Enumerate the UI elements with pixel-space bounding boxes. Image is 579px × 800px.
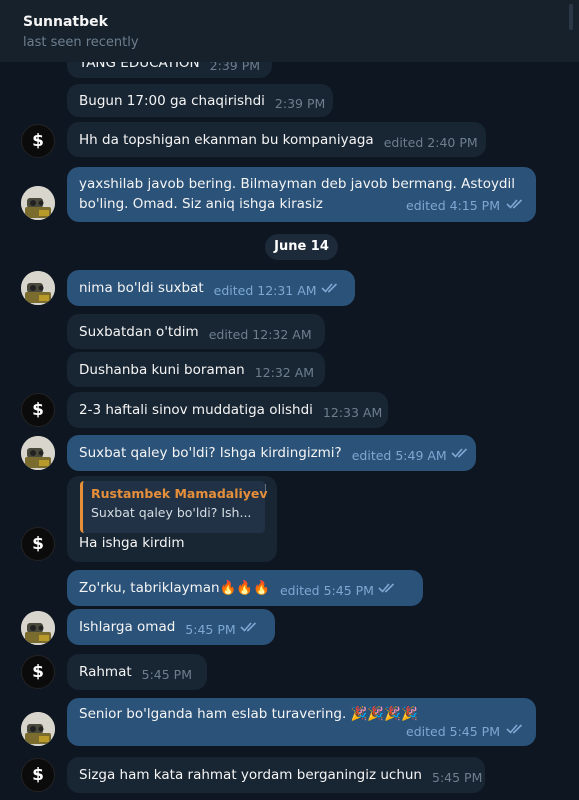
- message-bubble[interactable]: Sizga ham kata rahmat yordam berganingiz…: [67, 757, 485, 793]
- message-time: edited 2:40 PM: [383, 135, 478, 150]
- message-time: 12:32 AM: [254, 365, 315, 380]
- double-check-icon: [506, 195, 524, 215]
- message-bubble[interactable]: Ishlarga omad 5:45 PM: [67, 609, 275, 645]
- message-time: edited 5:45 PM: [406, 724, 500, 739]
- contact-avatar[interactable]: $: [21, 655, 55, 689]
- message-text: YANG EDUCATION: [79, 62, 200, 71]
- dollar-logo-icon: $: [32, 131, 44, 151]
- message-bubble[interactable]: Zo'rku, tabriklayman🔥🔥🔥 edited 5:45 PM: [67, 570, 423, 606]
- my-avatar[interactable]: [21, 611, 55, 645]
- contact-avatar[interactable]: $: [21, 758, 55, 792]
- my-avatar[interactable]: [21, 436, 55, 470]
- contact-avatar[interactable]: $: [21, 393, 55, 427]
- message-text: nima bo'ldi suxbat: [79, 280, 204, 296]
- my-avatar[interactable]: [21, 712, 55, 746]
- message-bubble[interactable]: Bugun 17:00 ga chaqirishdi 2:39 PM: [67, 84, 333, 117]
- message-bubble[interactable]: Rahmat 5:45 PM: [67, 654, 207, 690]
- contact-status: last seen recently: [23, 35, 139, 50]
- contact-avatar[interactable]: $: [21, 527, 55, 561]
- message-text-line-1: yaxshilab javob bering. Bilmayman deb ja…: [79, 176, 516, 192]
- message-time: 5:45 PM: [185, 622, 236, 637]
- double-check-icon: [321, 279, 339, 299]
- robot-avatar-icon: [21, 712, 55, 746]
- robot-avatar-icon: [21, 436, 55, 470]
- message-text: Suxbatdan o'tdim: [79, 324, 199, 340]
- contact-avatar[interactable]: $: [21, 124, 55, 158]
- message-text: Hh da topshigan ekanman bu kompaniyaga: [79, 132, 374, 148]
- message-bubble[interactable]: Dushanba kuni boraman 12:32 AM: [67, 352, 325, 387]
- message-bubble[interactable]: YANG EDUCATION 2:39 PM: [67, 62, 273, 78]
- my-avatar[interactable]: [21, 186, 55, 220]
- message-text: Suxbat qaley bo'ldi? Ishga kirdingizmi?: [79, 445, 342, 461]
- double-check-icon: [451, 444, 469, 464]
- message-bubble[interactable]: 2-3 haftali sinov muddatiga olishdi 12:33…: [67, 392, 388, 428]
- message-time: 5:45 PM: [432, 770, 483, 785]
- message-time: 12:33 AM: [322, 405, 383, 420]
- dollar-logo-icon: $: [32, 765, 44, 785]
- message-bubble[interactable]: Suxbatdan o'tdim edited 12:32 AM: [67, 314, 325, 349]
- message-time: edited 12:31 AM: [213, 283, 317, 298]
- dollar-logo-icon: $: [32, 400, 44, 420]
- message-text: 2-3 haftali sinov muddatiga olishdi: [79, 402, 313, 418]
- reply-author: Rustambek Mamadaliyev: [91, 486, 268, 501]
- robot-avatar-icon: [21, 611, 55, 645]
- message-bubble[interactable]: nima bo'ldi suxbat edited 12:31 AM: [67, 270, 355, 306]
- message-bubble[interactable]: Hh da topshigan ekanman bu kompaniyaga ed…: [67, 122, 486, 157]
- reply-quote[interactable]: Rustambek Mamadaliyev Suxbat qaley bo'ld…: [80, 481, 268, 533]
- message-time: 5:45 PM: [141, 667, 193, 682]
- chat-header[interactable]: Sunnatbek last seen recently: [0, 0, 579, 62]
- date-separator: June 14: [265, 234, 338, 260]
- dollar-logo-icon: $: [32, 534, 44, 554]
- message-text: Dushanba kuni boraman: [79, 362, 245, 378]
- message-time: edited 5:45 PM: [279, 583, 374, 598]
- message-time: 2:39 PM: [209, 62, 261, 73]
- contact-name[interactable]: Sunnatbek: [23, 12, 579, 32]
- message-text: Ha ishga kirdim: [79, 535, 185, 551]
- scrollbar[interactable]: [569, 4, 573, 30]
- message-bubble[interactable]: Suxbat qaley bo'ldi? Ishga kirdingizmi? e…: [67, 435, 476, 471]
- message-text: Ishlarga omad: [79, 619, 176, 635]
- message-text: Sizga ham kata rahmat yordam berganingiz…: [79, 767, 422, 783]
- message-time: 2:39 PM: [274, 96, 326, 111]
- message-time: edited 5:49 AM: [351, 448, 447, 463]
- message-text: Senior bo'lganda ham eslab turavering. 🎉…: [79, 706, 418, 722]
- double-check-icon: [506, 720, 524, 740]
- message-text: Bugun 17:00 ga chaqirishdi: [79, 93, 265, 109]
- double-check-icon: [378, 579, 396, 599]
- message-text: Rahmat: [79, 664, 132, 680]
- message-list[interactable]: YANG EDUCATION 2:39 PM Bugun 17:00 ga cha…: [0, 62, 579, 800]
- message-time: edited 12:32 AM: [208, 327, 312, 342]
- reply-snippet: Suxbat qaley bo'ldi? Ish...: [91, 505, 252, 520]
- robot-avatar-icon: [21, 271, 55, 305]
- my-avatar[interactable]: [21, 271, 55, 305]
- message-bubble[interactable]: yaxshilab javob bering. Bilmayman deb ja…: [67, 167, 536, 222]
- double-check-icon: [240, 618, 258, 638]
- message-bubble[interactable]: Senior bo'lganda ham eslab turavering. 🎉…: [67, 698, 536, 746]
- robot-avatar-icon: [21, 186, 55, 220]
- message-text: Zo'rku, tabriklayman🔥🔥🔥: [79, 580, 270, 596]
- message-time: edited 4:15 PM: [406, 198, 500, 213]
- dollar-logo-icon: $: [32, 662, 44, 682]
